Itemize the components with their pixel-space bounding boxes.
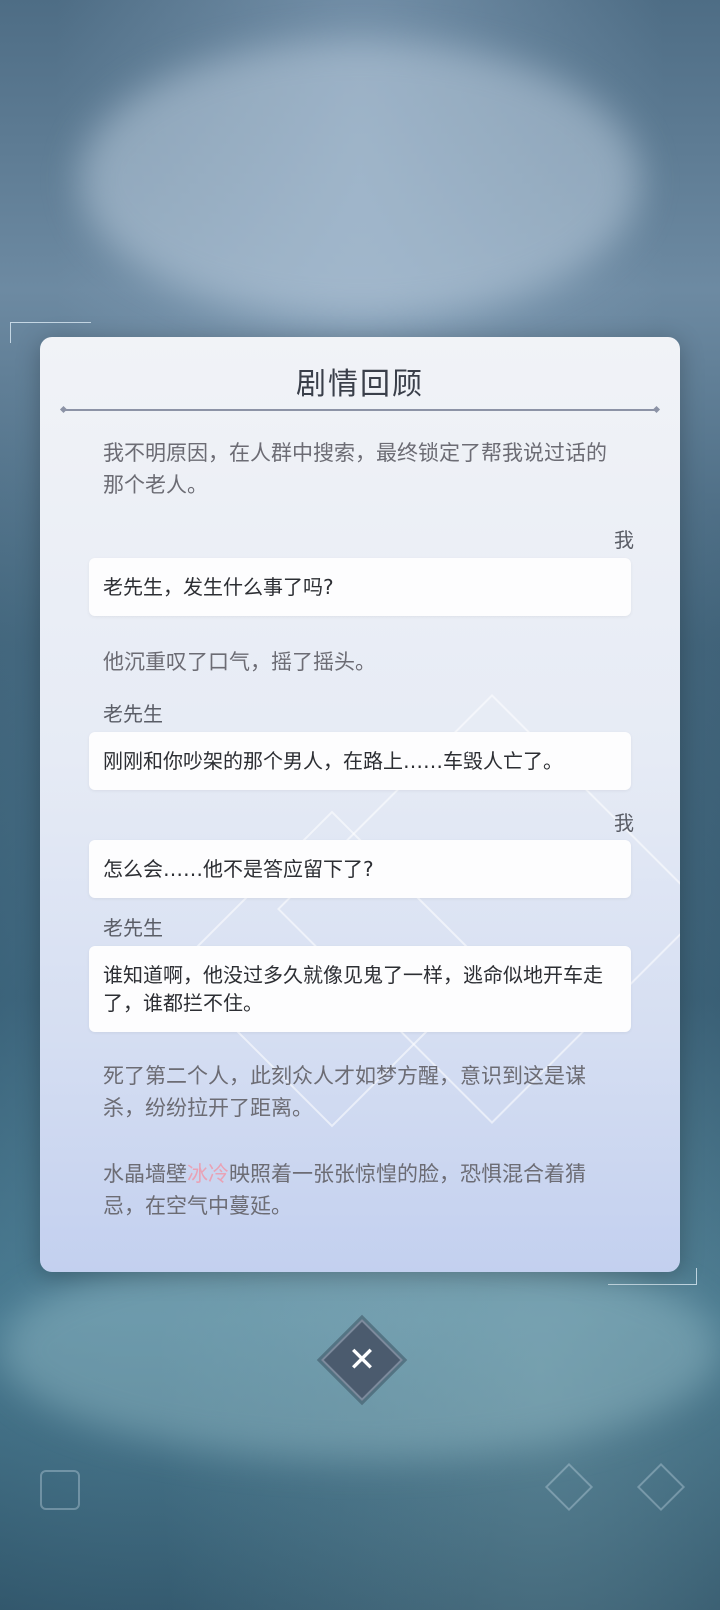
speaker-name: 我 — [614, 528, 634, 552]
highlighted-keyword: 冰冷 — [187, 1162, 229, 1186]
speaker-name: 老先生 — [103, 916, 163, 940]
speaker-name: 老先生 — [103, 702, 163, 726]
page-title: 剧情回顾 — [296, 367, 424, 402]
story-review-panel: 剧情回顾 我不明原因，在人群中搜索，最终锁定了帮我说过话的那个老人。 我 老先生… — [40, 337, 680, 1272]
background-light — [80, 40, 640, 320]
close-icon[interactable]: ✕ — [333, 1331, 391, 1389]
title-divider — [64, 409, 656, 411]
dialogue-bubble: 老先生，发生什么事了吗? — [89, 558, 631, 616]
narration-text: 他沉重叹了口气，摇了摇头。 — [103, 650, 376, 674]
dialogue-bubble: 刚刚和你吵架的那个男人，在路上……车毁人亡了。 — [89, 732, 631, 790]
narration-text: 水晶墙壁冰冷映照着一张张惊惶的脸，恐惧混合着猜忌，在空气中蔓延。 — [103, 1158, 623, 1222]
narration-segment: 水晶墙壁 — [103, 1162, 187, 1186]
narration-text: 我不明原因，在人群中搜索，最终锁定了帮我说过话的那个老人。 — [103, 441, 607, 497]
menu-icon — [40, 1470, 80, 1510]
dialogue-bubble: 谁知道啊，他没过多久就像见鬼了一样，逃命似地开车走了，谁都拦不住。 — [89, 946, 631, 1032]
narration-text: 死了第二个人，此刻众人才如梦方醒，意识到这是谋杀，纷纷拉开了距离。 — [103, 1064, 586, 1120]
dialogue-bubble: 怎么会……他不是答应留下了? — [89, 840, 631, 898]
speaker-name: 我 — [614, 811, 634, 835]
